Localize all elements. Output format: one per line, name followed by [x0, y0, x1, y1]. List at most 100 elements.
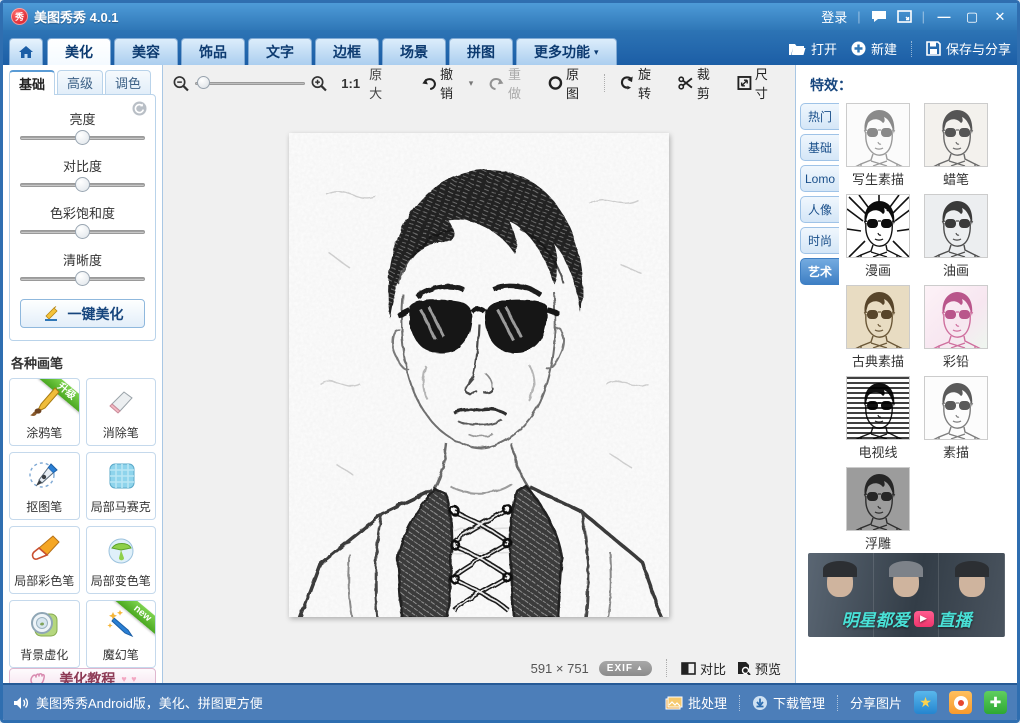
zoom-in-icon[interactable] — [311, 75, 327, 92]
local-color-pen-button[interactable]: 局部彩色笔 — [9, 526, 80, 594]
tab-decorate[interactable]: 饰品 — [181, 38, 245, 65]
effect-tv-lines[interactable]: 电视线 — [846, 376, 910, 461]
feedback-icon[interactable] — [871, 10, 887, 23]
magic-pen-icon — [104, 608, 138, 640]
edited-photo[interactable] — [289, 133, 669, 617]
open-label: 打开 — [811, 39, 837, 58]
undo-button[interactable]: 撤销 ▾ — [415, 64, 479, 102]
login-link[interactable]: 登录 — [821, 7, 847, 26]
effect-comic[interactable]: 漫画 — [846, 194, 910, 279]
exif-button[interactable]: EXIF ▲ — [599, 661, 652, 676]
show-original-button[interactable]: 原图 — [542, 64, 596, 102]
promo-text[interactable]: 美图秀秀Android版，美化、拼图更方便 — [36, 693, 263, 712]
save-share-button[interactable]: 保存与分享 — [926, 39, 1011, 58]
contrast-slider[interactable] — [18, 177, 147, 193]
slider-knob[interactable] — [75, 224, 90, 239]
zoom-slider-knob[interactable] — [197, 76, 210, 89]
category-basic[interactable]: 基础 — [800, 134, 839, 161]
category-portrait[interactable]: 人像 — [800, 196, 839, 223]
recolor-pen-button[interactable]: 局部变色笔 — [86, 526, 157, 594]
brightness-label: 亮度 — [18, 109, 147, 128]
tab-advanced-adjust[interactable]: 高级 — [57, 70, 103, 94]
pen-tool-icon — [27, 460, 61, 492]
effect-emboss[interactable]: 浮雕 — [846, 467, 910, 552]
effect-sketch[interactable]: 素描 — [924, 376, 988, 461]
one-key-beautify-button[interactable]: 一键美化 — [20, 299, 145, 328]
doodle-pen-button[interactable]: 升级 涂鸦笔 — [9, 378, 80, 446]
effects-category-rail: 热门 基础 Lomo 人像 时尚 艺术 — [800, 103, 839, 552]
saturation-label: 色彩饱和度 — [18, 203, 147, 222]
effect-colored-pencil[interactable]: 彩铅 — [924, 285, 988, 370]
slider-knob[interactable] — [75, 271, 90, 286]
sharpness-control: 清晰度 — [18, 250, 147, 287]
tab-retouch[interactable]: 美容 — [114, 38, 178, 65]
undo-history-caret[interactable]: ▾ — [469, 78, 474, 89]
redo-icon — [489, 76, 505, 91]
new-button[interactable]: 新建 — [851, 39, 897, 58]
zoom-fit-button[interactable]: 原大 — [369, 64, 393, 102]
tab-basic-adjust[interactable]: 基础 — [9, 70, 55, 95]
redo-button[interactable]: 重做 — [483, 64, 538, 102]
status-divider — [666, 659, 667, 677]
preview-label: 预览 — [755, 659, 781, 678]
cutout-pen-button[interactable]: 抠图笔 — [9, 452, 80, 520]
batch-label: 批处理 — [688, 693, 727, 712]
brush-label: 涂鸦笔 — [26, 424, 62, 441]
effect-sketch-drawing[interactable]: 写生素描 — [846, 103, 910, 188]
effect-oil-painting[interactable]: 油画 — [924, 194, 988, 279]
open-button[interactable]: 打开 — [788, 39, 837, 58]
home-tab[interactable] — [9, 38, 43, 65]
share-images-button[interactable]: 分享图片 — [850, 693, 902, 712]
tab-scene[interactable]: 场景 — [382, 38, 446, 65]
download-manager-button[interactable]: 下载管理 — [752, 693, 825, 712]
contrast-control: 对比度 — [18, 156, 147, 193]
brushes-section-title: 各种画笔 — [11, 353, 154, 372]
tab-color-adjust[interactable]: 调色 — [105, 70, 151, 94]
effect-classic-sketch[interactable]: 古典素描 — [846, 285, 910, 370]
category-art[interactable]: 艺术 — [800, 258, 839, 285]
minimize-button[interactable]: — — [935, 9, 953, 24]
app-window: 秀 美图秀秀 4.0.1 登录 | | — ▢ ✕ 美化 美容 饰品 文字 边框… — [0, 0, 1020, 723]
bottombar-divider — [837, 695, 838, 711]
reset-sliders-icon[interactable] — [132, 101, 147, 121]
slider-knob[interactable] — [75, 130, 90, 145]
qzone-share-icon[interactable]: ★ — [914, 691, 937, 714]
eraser-pen-button[interactable]: 消除笔 — [86, 378, 157, 446]
effect-crayon[interactable]: 蜡笔 — [924, 103, 988, 188]
zoom-slider[interactable] — [195, 76, 305, 90]
mosaic-pen-button[interactable]: 局部马赛克 — [86, 452, 157, 520]
slider-knob[interactable] — [75, 177, 90, 192]
more-share-icon[interactable]: ✚ — [984, 691, 1007, 714]
batch-process-button[interactable]: 批处理 — [665, 693, 727, 712]
sharpness-slider[interactable] — [18, 271, 147, 287]
star-icon: ★ — [919, 694, 932, 711]
crop-button[interactable]: 裁剪 — [672, 64, 727, 102]
ad-banner[interactable]: 明星都爱 ▶ 直播 — [808, 553, 1005, 637]
tab-text[interactable]: 文字 — [248, 38, 312, 65]
brightness-slider[interactable] — [18, 130, 147, 146]
skin-icon[interactable] — [897, 10, 912, 23]
zoom-out-icon[interactable] — [173, 75, 189, 92]
bottombar-divider — [739, 695, 740, 711]
effect-label: 蜡笔 — [924, 169, 988, 188]
background-blur-button[interactable]: 背景虚化 — [9, 600, 80, 668]
rotate-button[interactable]: 旋转 — [613, 64, 668, 102]
preview-button[interactable]: 预览 — [736, 659, 781, 678]
sketch-portrait-image — [289, 133, 669, 617]
window-title: 美图秀秀 4.0.1 — [34, 7, 119, 26]
magic-pen-button[interactable]: new 魔幻笔 — [86, 600, 157, 668]
tab-collage[interactable]: 拼图 — [449, 38, 513, 65]
weibo-share-icon[interactable] — [949, 691, 972, 714]
tab-frame[interactable]: 边框 — [315, 38, 379, 65]
category-fashion[interactable]: 时尚 — [800, 227, 839, 254]
tab-more-features[interactable]: 更多功能▾ — [516, 38, 617, 65]
maximize-button[interactable]: ▢ — [963, 9, 981, 25]
original-circle-icon — [548, 75, 563, 91]
resize-button[interactable]: 尺寸 — [731, 64, 785, 102]
category-lomo[interactable]: Lomo — [800, 165, 839, 192]
tab-beautify[interactable]: 美化 — [47, 38, 111, 65]
compare-button[interactable]: 对比 — [681, 659, 726, 678]
category-hot[interactable]: 热门 — [800, 103, 839, 130]
saturation-slider[interactable] — [18, 224, 147, 240]
close-button[interactable]: ✕ — [991, 9, 1009, 25]
